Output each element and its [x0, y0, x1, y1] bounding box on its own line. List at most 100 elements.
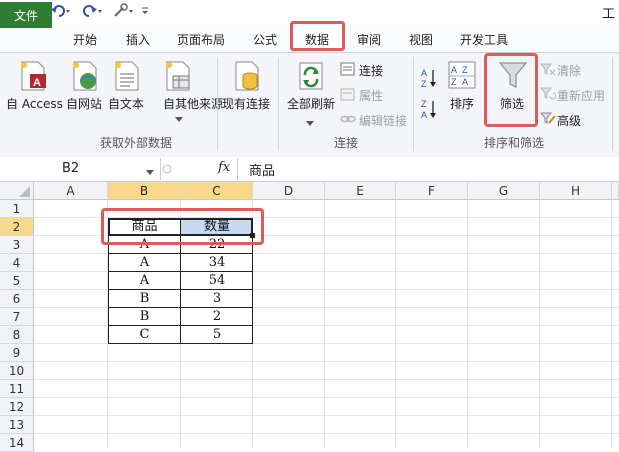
gridline — [34, 361, 619, 362]
tab-home[interactable]: 开始 — [73, 31, 97, 48]
properties-icon — [340, 86, 356, 105]
connections-label[interactable]: 连接 — [359, 62, 383, 79]
cell-b5[interactable]: A — [108, 272, 181, 290]
tab-developer[interactable]: 开发工具 — [460, 31, 508, 48]
header-row-highlight — [101, 208, 264, 245]
tab-page-layout[interactable]: 页面布局 — [177, 31, 225, 48]
row-header-12[interactable]: 12 — [0, 398, 34, 416]
advanced-filter-icon[interactable] — [539, 111, 556, 128]
row-header-14[interactable]: 14 — [0, 434, 34, 452]
cell-b7[interactable]: B — [108, 308, 181, 326]
group-separator — [278, 57, 279, 151]
customize-icon[interactable] — [140, 3, 150, 19]
row-header-1[interactable]: 1 — [0, 200, 34, 218]
tab-data[interactable]: 数据 — [305, 31, 329, 48]
from-text-label[interactable]: 自文本 — [108, 95, 144, 112]
text-file-icon[interactable] — [112, 60, 142, 95]
row-header-6[interactable]: 6 — [0, 290, 34, 308]
column-header-e[interactable]: E — [325, 182, 396, 200]
svg-text:A: A — [421, 68, 427, 78]
row-header-7[interactable]: 7 — [0, 308, 34, 326]
chevron-down-icon[interactable] — [175, 112, 183, 126]
cell-c4[interactable]: 34 — [181, 254, 253, 272]
row-header-11[interactable]: 11 — [0, 380, 34, 398]
name-box[interactable]: B2 — [0, 158, 161, 180]
group-title-connections: 连接 — [334, 136, 359, 150]
group-separator — [413, 57, 414, 151]
advanced-label[interactable]: 高级 — [557, 112, 581, 129]
group-separator — [612, 57, 613, 151]
tab-review[interactable]: 审阅 — [357, 31, 381, 48]
edit-links-icon — [340, 111, 356, 130]
svg-text:Z: Z — [421, 99, 427, 109]
svg-text:A: A — [33, 77, 41, 89]
window-title: 工 — [601, 7, 615, 22]
tab-file[interactable]: 文件 — [0, 2, 52, 28]
column-header-i[interactable] — [612, 182, 619, 200]
cell-b8[interactable]: C — [108, 326, 181, 344]
gridline — [467, 200, 468, 448]
column-header-c[interactable]: C — [181, 182, 253, 200]
refresh-all-icon[interactable] — [297, 60, 327, 95]
tab-insert[interactable]: 插入 — [126, 31, 150, 48]
worksheet-grid[interactable] — [0, 182, 619, 448]
gridline — [395, 200, 396, 448]
sort-dialog-icon[interactable]: AZZA — [447, 60, 477, 93]
cell-c6[interactable]: 3 — [181, 290, 253, 308]
divider — [237, 158, 238, 180]
web-icon[interactable] — [70, 60, 100, 95]
cell-b6[interactable]: B — [108, 290, 181, 308]
gridline — [611, 200, 612, 448]
sort-za-icon[interactable]: ZA — [420, 98, 438, 123]
column-header-d[interactable]: D — [253, 182, 325, 200]
row-header-5[interactable]: 5 — [0, 272, 34, 290]
svg-text:A: A — [451, 65, 457, 75]
chevron-down-icon[interactable] — [306, 116, 314, 130]
cell-c5[interactable]: 54 — [181, 272, 253, 290]
filter-funnel-icon[interactable] — [498, 60, 528, 93]
gridline — [34, 379, 619, 380]
group-separator — [217, 57, 218, 151]
formula-bar-splitter[interactable] — [161, 160, 173, 178]
clear-label: 清除 — [557, 64, 582, 78]
undo-icon[interactable] — [50, 3, 72, 19]
cell-b4[interactable]: A — [108, 254, 181, 272]
existing-connections-label[interactable]: 现有连接 — [222, 95, 270, 112]
column-header-f[interactable]: F — [396, 182, 468, 200]
row-header-10[interactable]: 10 — [0, 362, 34, 380]
chevron-down-icon[interactable] — [146, 165, 154, 179]
column-header-h[interactable]: H — [540, 182, 612, 200]
existing-connections-icon[interactable] — [232, 60, 262, 95]
column-header-b[interactable]: B — [108, 182, 181, 200]
sort-az-icon[interactable]: AZ — [420, 67, 438, 92]
row-header-9[interactable]: 9 — [0, 344, 34, 362]
row-header-3[interactable]: 3 — [0, 236, 34, 254]
filter-label[interactable]: 筛选 — [500, 95, 524, 112]
access-icon[interactable]: A — [18, 60, 48, 95]
tab-view[interactable]: 视图 — [409, 31, 433, 48]
column-header-g[interactable]: G — [468, 182, 540, 200]
formula-input[interactable]: 商品 — [249, 160, 275, 179]
insert-function-icon[interactable]: fx — [218, 160, 230, 175]
row-header-13[interactable]: 13 — [0, 416, 34, 434]
redo-icon[interactable] — [82, 3, 104, 19]
row-header-4[interactable]: 4 — [0, 254, 34, 272]
connections-icon[interactable] — [340, 61, 356, 80]
column-header-a[interactable]: A — [34, 182, 108, 200]
refresh-all-label[interactable]: 全部刷新 — [287, 95, 335, 112]
row-header-2[interactable]: 2 — [0, 218, 34, 236]
from-web-label[interactable]: 自网站 — [66, 95, 102, 112]
select-all-corner[interactable] — [0, 182, 34, 200]
clear-filter-icon — [539, 62, 556, 79]
from-access-label[interactable]: 自 Access — [6, 95, 63, 112]
row-header-8[interactable]: 8 — [0, 326, 34, 344]
sort-label[interactable]: 排序 — [450, 95, 474, 112]
reapply-icon — [539, 86, 557, 103]
from-other-sources-label[interactable]: 自其他来源 — [163, 95, 223, 112]
other-sources-icon[interactable] — [163, 60, 193, 95]
cell-c8[interactable]: 5 — [181, 326, 253, 344]
tools-icon[interactable] — [112, 3, 136, 19]
tab-formulas[interactable]: 公式 — [253, 31, 277, 48]
reapply-label: 重新应用 — [557, 89, 606, 103]
cell-c7[interactable]: 2 — [181, 308, 253, 326]
